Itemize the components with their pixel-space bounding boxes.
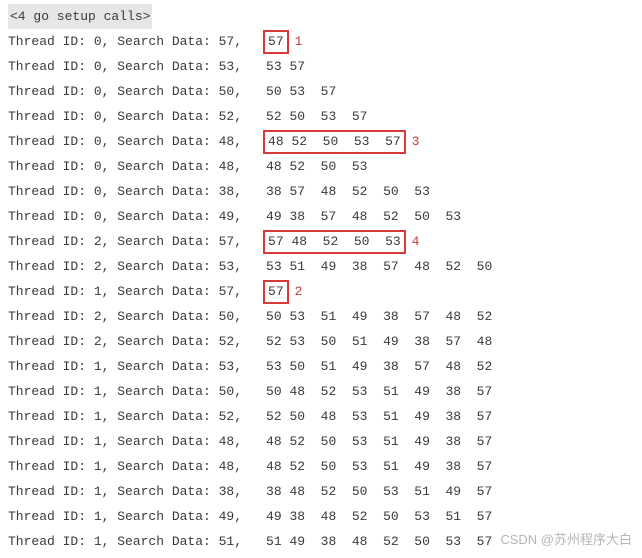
log-line: Thread ID: 2, Search Data: 57, 57 48 52 5… (8, 229, 634, 254)
line-values: 52 50 53 57 (266, 104, 367, 129)
line-values: 48 52 50 53 (266, 154, 367, 179)
log-line: Thread ID: 2, Search Data: 53, 53 51 49 3… (8, 254, 634, 279)
line-prefix: Thread ID: 1, Search Data: 49, (8, 504, 242, 529)
log-line: Thread ID: 1, Search Data: 50, 50 48 52 5… (8, 379, 634, 404)
line-values: 53 57 (266, 54, 305, 79)
log-line: Thread ID: 1, Search Data: 52, 52 50 48 5… (8, 404, 634, 429)
line-prefix: Thread ID: 1, Search Data: 50, (8, 379, 242, 404)
highlight-box: 57 (263, 30, 289, 54)
annotation-label: 2 (295, 279, 303, 304)
log-line: Thread ID: 0, Search Data: 38, 38 57 48 5… (8, 179, 634, 204)
log-line: Thread ID: 0, Search Data: 48, 48 52 50 5… (8, 129, 634, 154)
line-values: 38 48 52 50 53 51 49 57 (266, 479, 492, 504)
line-values: 57 (266, 279, 289, 304)
log-line: Thread ID: 2, Search Data: 50, 50 53 51 4… (8, 304, 634, 329)
line-prefix: Thread ID: 2, Search Data: 52, (8, 329, 242, 354)
highlight-box: 57 (263, 280, 289, 304)
line-prefix: Thread ID: 0, Search Data: 48, (8, 154, 242, 179)
line-values: 57 (266, 29, 289, 54)
line-prefix: Thread ID: 2, Search Data: 50, (8, 304, 242, 329)
line-values: 50 53 57 (266, 79, 336, 104)
log-line: Thread ID: 0, Search Data: 50, 50 53 57 (8, 79, 634, 104)
log-line: Thread ID: 1, Search Data: 48, 48 52 50 5… (8, 454, 634, 479)
line-values: 50 53 51 49 38 57 48 52 (266, 304, 492, 329)
line-values: 49 38 48 52 50 53 51 57 (266, 504, 492, 529)
annotation-label: 4 (412, 229, 420, 254)
line-prefix: Thread ID: 1, Search Data: 48, (8, 454, 242, 479)
line-prefix: Thread ID: 0, Search Data: 49, (8, 204, 242, 229)
line-prefix: Thread ID: 1, Search Data: 38, (8, 479, 242, 504)
line-values: 49 38 57 48 52 50 53 (266, 204, 461, 229)
line-prefix: Thread ID: 2, Search Data: 57, (8, 229, 242, 254)
line-prefix: Thread ID: 0, Search Data: 50, (8, 79, 242, 104)
line-prefix: Thread ID: 0, Search Data: 48, (8, 129, 242, 154)
log-line: Thread ID: 2, Search Data: 52, 52 53 50 5… (8, 329, 634, 354)
log-line: Thread ID: 1, Search Data: 38, 38 48 52 5… (8, 479, 634, 504)
line-values: 57 48 52 50 53 (266, 229, 406, 254)
log-line: Thread ID: 0, Search Data: 52, 52 50 53 5… (8, 104, 634, 129)
line-values: 50 48 52 53 51 49 38 57 (266, 379, 492, 404)
line-values: 52 50 48 53 51 49 38 57 (266, 404, 492, 429)
line-values: 38 57 48 52 50 53 (266, 179, 430, 204)
line-prefix: Thread ID: 1, Search Data: 48, (8, 429, 242, 454)
line-values: 48 52 50 53 51 49 38 57 (266, 429, 492, 454)
line-prefix: Thread ID: 2, Search Data: 53, (8, 254, 242, 279)
log-line: Thread ID: 0, Search Data: 49, 49 38 57 4… (8, 204, 634, 229)
line-prefix: Thread ID: 1, Search Data: 52, (8, 404, 242, 429)
highlight-box: 57 48 52 50 53 (263, 230, 406, 254)
log-line: Thread ID: 0, Search Data: 57, 571 (8, 29, 634, 54)
line-prefix: Thread ID: 1, Search Data: 51, (8, 529, 242, 554)
line-values: 53 50 51 49 38 57 48 52 (266, 354, 492, 379)
log-line: Thread ID: 0, Search Data: 53, 53 57 (8, 54, 634, 79)
line-prefix: Thread ID: 0, Search Data: 57, (8, 29, 242, 54)
line-prefix: Thread ID: 1, Search Data: 57, (8, 279, 242, 304)
watermark: CSDN @苏州程序大白 (500, 527, 632, 552)
line-prefix: Thread ID: 0, Search Data: 52, (8, 104, 242, 129)
highlight-box: 48 52 50 53 57 (263, 130, 406, 154)
log-line: Thread ID: 1, Search Data: 49, 49 38 48 5… (8, 504, 634, 529)
log-body: Thread ID: 0, Search Data: 57,571Thread … (8, 29, 634, 554)
line-values: 53 51 49 38 57 48 52 50 (266, 254, 492, 279)
annotation-label: 3 (412, 129, 420, 154)
log-line: Thread ID: 1, Search Data: 57, 572 (8, 279, 634, 304)
line-values: 48 52 50 53 51 49 38 57 (266, 454, 492, 479)
log-line: Thread ID: 1, Search Data: 48, 48 52 50 5… (8, 429, 634, 454)
header-text: <4 go setup calls> (8, 4, 152, 29)
log-line: Thread ID: 0, Search Data: 48, 48 52 50 5… (8, 154, 634, 179)
line-prefix: Thread ID: 1, Search Data: 53, (8, 354, 242, 379)
line-values: 52 53 50 51 49 38 57 48 (266, 329, 492, 354)
log-line: Thread ID: 1, Search Data: 53, 53 50 51 4… (8, 354, 634, 379)
annotation-label: 1 (295, 29, 303, 54)
line-values: 51 49 38 48 52 50 53 57 (266, 529, 492, 554)
line-prefix: Thread ID: 0, Search Data: 53, (8, 54, 242, 79)
line-values: 48 52 50 53 57 (266, 129, 406, 154)
log-header: <4 go setup calls> (8, 4, 634, 29)
line-prefix: Thread ID: 0, Search Data: 38, (8, 179, 242, 204)
